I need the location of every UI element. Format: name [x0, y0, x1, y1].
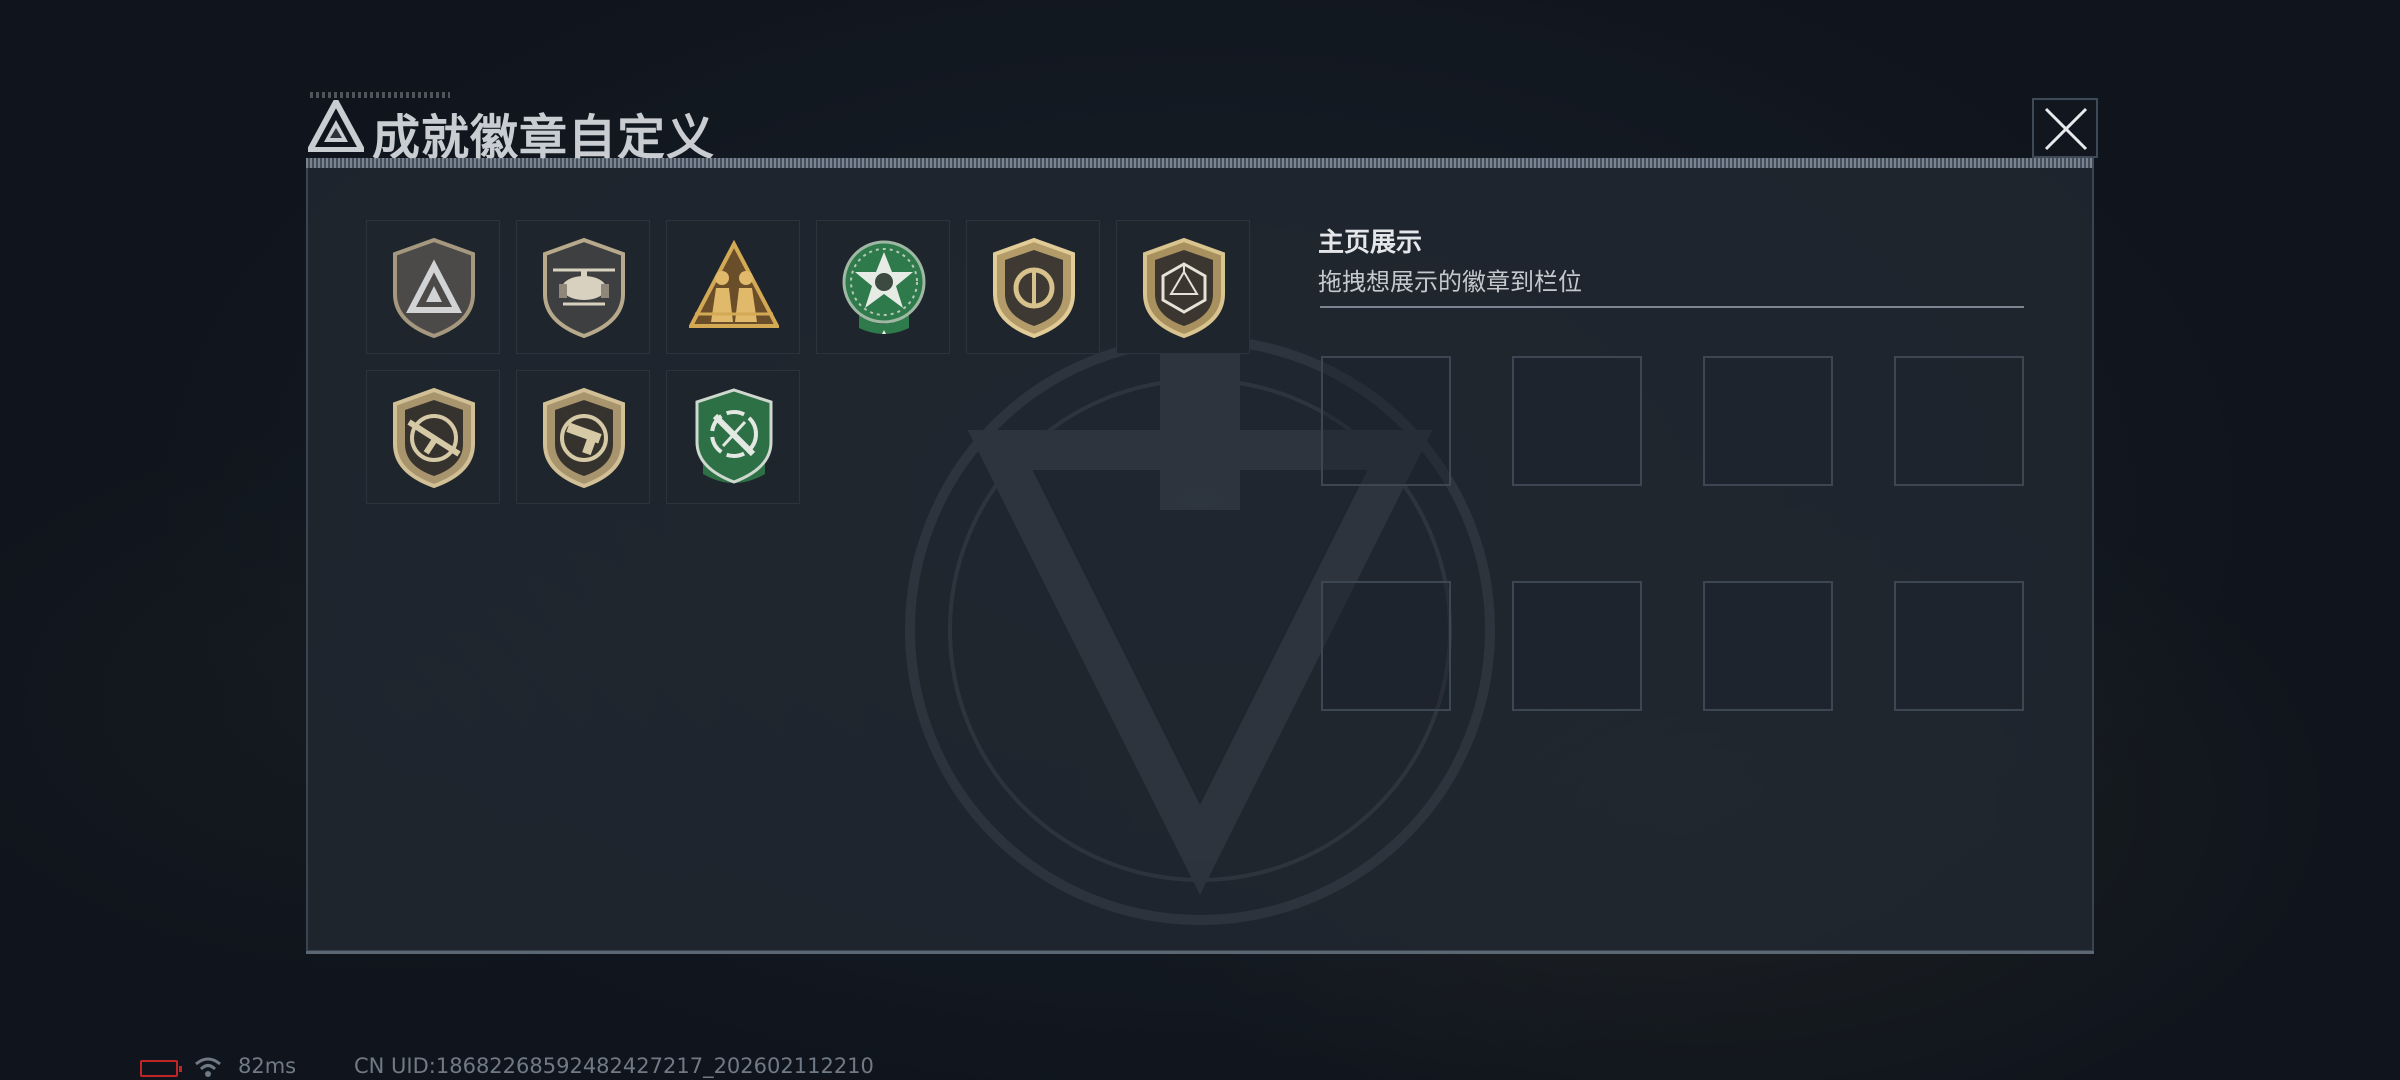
uid-label: CN UID:18682268592482427217_202602112210 — [354, 1054, 874, 1078]
showcase-divider — [1320, 306, 2024, 308]
delta-triangle-shield-badge-icon — [393, 237, 475, 339]
delta-logo-icon — [308, 100, 364, 152]
dialog-top-bar — [306, 158, 2094, 168]
close-button[interactable] — [2032, 98, 2098, 158]
badge-slot[interactable] — [966, 220, 1100, 354]
display-slot-6[interactable] — [1512, 581, 1642, 711]
display-slot-3[interactable] — [1703, 356, 1833, 486]
badge-slot[interactable] — [516, 220, 650, 354]
green-star-skull-badge-icon — [842, 240, 926, 334]
badge-slot[interactable] — [816, 220, 950, 354]
display-slot-7[interactable] — [1703, 581, 1833, 711]
helicopter-shield-badge-icon — [543, 237, 625, 339]
ring-shield-badge-icon — [993, 237, 1075, 339]
pistol-shield-badge-icon — [543, 387, 625, 489]
badge-slot[interactable] — [1116, 220, 1250, 354]
showcase-subtitle: 拖拽想展示的徽章到栏位 — [1318, 268, 1582, 296]
green-knife-crosshair-badge-icon — [695, 388, 773, 484]
wifi-icon — [195, 1057, 221, 1077]
display-slot-1[interactable] — [1321, 356, 1451, 486]
dialog-header: 成就徽章自定义 — [298, 92, 2104, 166]
status-bar: 82ms CN UID:18682268592482427217_2026021… — [136, 1050, 1036, 1080]
badge-slot[interactable] — [366, 220, 500, 354]
ping-label: 82ms — [238, 1054, 297, 1078]
soldiers-triangle-badge-icon — [689, 239, 779, 328]
battery-low-icon — [140, 1060, 182, 1077]
polyhedron-shield-badge-icon — [1143, 237, 1225, 339]
display-slot-5[interactable] — [1321, 581, 1451, 711]
display-slot-8[interactable] — [1894, 581, 2024, 711]
badge-slot[interactable] — [366, 370, 500, 504]
badge-slot[interactable] — [666, 220, 800, 354]
showcase-title: 主页展示 — [1318, 228, 1423, 258]
badge-slot[interactable] — [666, 370, 800, 504]
badge-slot[interactable] — [516, 370, 650, 504]
close-icon — [2044, 107, 2088, 151]
rifle-shield-badge-icon — [393, 387, 475, 489]
display-slot-4[interactable] — [1894, 356, 2024, 486]
display-slot-2[interactable] — [1512, 356, 1642, 486]
